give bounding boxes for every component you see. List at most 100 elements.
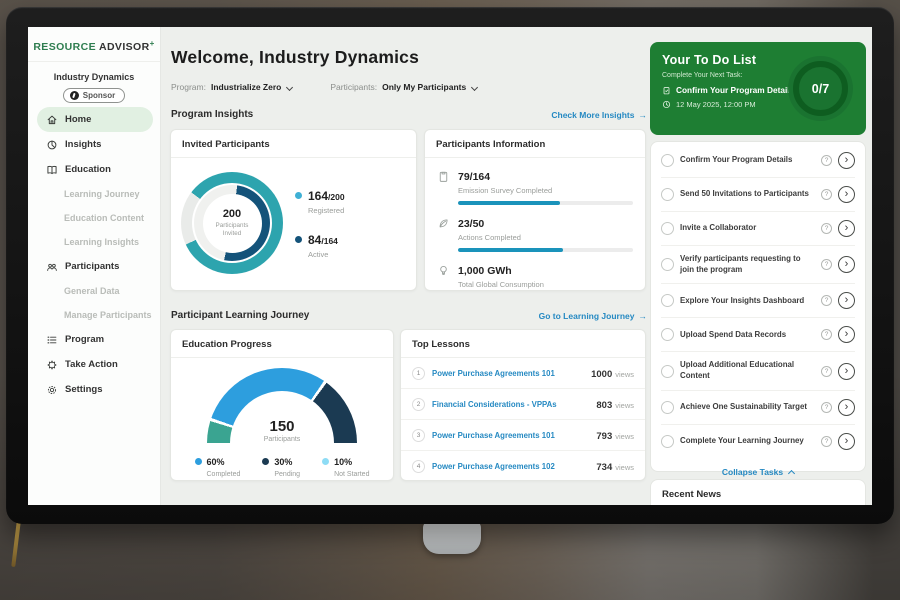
task-info-icon[interactable]: ? bbox=[821, 366, 832, 377]
clock-icon bbox=[662, 100, 671, 109]
task-row[interactable]: Upload Additional Educational Content ? … bbox=[661, 352, 855, 390]
task-row[interactable]: Explore Your Insights Dashboard ? › bbox=[661, 284, 855, 318]
task-label: Invite a Collaborator bbox=[680, 223, 815, 234]
task-checkbox[interactable] bbox=[661, 401, 674, 414]
donut-legend: 164/200 Registered 84/164 Active bbox=[295, 187, 345, 259]
metric-value: 23/50 bbox=[458, 218, 484, 230]
task-info-icon[interactable]: ? bbox=[821, 223, 832, 234]
sidebar-item-participants[interactable]: Participants bbox=[37, 254, 153, 279]
task-info-icon[interactable]: ? bbox=[821, 329, 832, 340]
go-to-learning-journey-link[interactable]: Go to Learning Journey→ bbox=[539, 311, 647, 321]
recent-news-card: Recent News bbox=[650, 479, 866, 505]
chevron-right-button[interactable]: › bbox=[838, 399, 855, 416]
gauge-center-label: Participants bbox=[264, 436, 301, 443]
sidebar-item-label: Learning Insights bbox=[64, 237, 139, 247]
task-info-icon[interactable]: ? bbox=[821, 436, 832, 447]
participants-information-card: Participants Information 79/164 Emission… bbox=[424, 129, 646, 291]
legend-dot bbox=[295, 192, 302, 199]
legend-dot bbox=[322, 458, 329, 465]
legend-item-completed: 60% Completed bbox=[195, 452, 241, 478]
legend-item-not-started: 10% Not Started bbox=[322, 452, 369, 478]
task-info-icon[interactable]: ? bbox=[821, 155, 832, 166]
sidebar-item-home[interactable]: Home bbox=[37, 107, 153, 132]
task-checkbox[interactable] bbox=[661, 328, 674, 341]
todo-next-task: Confirm Your Program Details bbox=[676, 85, 794, 95]
chevron-right-button[interactable]: › bbox=[838, 256, 855, 273]
task-row[interactable]: Confirm Your Program Details ? › bbox=[661, 144, 855, 178]
chevron-right-button[interactable]: › bbox=[838, 326, 855, 343]
task-label: Confirm Your Program Details bbox=[680, 155, 815, 166]
program-filter-select[interactable]: Industrialize Zero bbox=[211, 82, 281, 92]
check-more-insights-link[interactable]: Check More Insights→ bbox=[551, 110, 647, 120]
chevron-right-button[interactable]: › bbox=[838, 363, 855, 380]
task-checkbox[interactable] bbox=[661, 435, 674, 448]
education-progress-gauge-chart: 150 Participants bbox=[207, 368, 357, 443]
chevron-down-icon[interactable] bbox=[471, 83, 478, 90]
sidebar-item-settings[interactable]: Settings bbox=[37, 377, 153, 402]
legend-label: Completed bbox=[207, 471, 241, 478]
task-row[interactable]: Invite a Collaborator ? › bbox=[661, 212, 855, 246]
task-row[interactable]: Complete Your Learning Journey ? › bbox=[661, 425, 855, 458]
lesson-link[interactable]: Power Purchase Agreements 102 bbox=[432, 462, 589, 471]
views-suffix: views bbox=[615, 370, 634, 379]
sidebar-item-learning-journey[interactable]: Learning Journey bbox=[37, 182, 153, 206]
chevron-right-button[interactable]: › bbox=[838, 186, 855, 203]
task-checkbox[interactable] bbox=[661, 294, 674, 307]
sidebar-item-label: Insights bbox=[65, 139, 101, 150]
sidebar-item-label: Take Action bbox=[65, 359, 118, 370]
task-label: Upload Additional Educational Content bbox=[680, 360, 815, 381]
task-row[interactable]: Send 50 Invitations to Participants ? › bbox=[661, 178, 855, 212]
legend-label: Registered bbox=[308, 206, 345, 215]
lesson-link[interactable]: Power Purchase Agreements 101 bbox=[432, 431, 589, 440]
views-count: 803 bbox=[596, 400, 612, 411]
task-info-icon[interactable]: ? bbox=[821, 295, 832, 306]
logo-plus: + bbox=[150, 39, 155, 48]
task-row[interactable]: Achieve One Sustainability Target ? › bbox=[661, 391, 855, 425]
sidebar-item-program[interactable]: Program bbox=[37, 327, 153, 352]
sidebar-item-insights[interactable]: Insights bbox=[37, 132, 153, 157]
chevron-down-icon[interactable] bbox=[286, 83, 293, 90]
task-info-icon[interactable]: ? bbox=[821, 402, 832, 413]
sidebar-item-label: Education Content bbox=[64, 213, 144, 223]
info-row-emission-survey: 79/164 Emission Survey Completed bbox=[425, 158, 645, 205]
card-title: Invited Participants bbox=[171, 130, 416, 158]
metric-value: 1,000 GWh bbox=[458, 265, 512, 277]
chevron-right-button[interactable]: › bbox=[838, 152, 855, 169]
lesson-link[interactable]: Financial Considerations - VPPAs bbox=[432, 400, 589, 409]
chevron-up-icon bbox=[788, 470, 795, 477]
lesson-link[interactable]: Power Purchase Agreements 101 bbox=[432, 369, 584, 378]
task-checkbox[interactable] bbox=[661, 222, 674, 235]
chevron-right-button[interactable]: › bbox=[838, 220, 855, 237]
todo-progress-ring: 0/7 bbox=[788, 56, 853, 121]
task-checkbox[interactable] bbox=[661, 258, 674, 271]
info-row-actions: 23/50 Actions Completed bbox=[425, 205, 645, 252]
task-row[interactable]: Upload Spend Data Records ? › bbox=[661, 318, 855, 352]
sidebar-item-learning-insights[interactable]: Learning Insights bbox=[37, 230, 153, 254]
sponsor-badge[interactable]: Sponsor bbox=[63, 88, 125, 103]
clipboard-check-icon bbox=[662, 86, 671, 95]
views-suffix: views bbox=[615, 432, 634, 441]
lesson-row: 1 Power Purchase Agreements 101 1000view… bbox=[401, 358, 645, 389]
task-checkbox[interactable] bbox=[661, 188, 674, 201]
sidebar-item-general-data[interactable]: General Data bbox=[37, 279, 153, 303]
sidebar-item-manage-participants[interactable]: Manage Participants bbox=[37, 303, 153, 327]
chevron-right-button[interactable]: › bbox=[838, 433, 855, 450]
participants-filter-select[interactable]: Only My Participants bbox=[382, 82, 466, 92]
views-count: 734 bbox=[596, 462, 612, 473]
task-info-icon[interactable]: ? bbox=[821, 189, 832, 200]
sidebar-item-education-content[interactable]: Education Content bbox=[37, 206, 153, 230]
todo-task-list: Confirm Your Program Details ? › Send 50… bbox=[650, 141, 866, 472]
task-row[interactable]: Verify participants requesting to join t… bbox=[661, 246, 855, 284]
chevron-right-button[interactable]: › bbox=[838, 292, 855, 309]
sidebar-item-education[interactable]: Education bbox=[37, 157, 153, 182]
lightbulb-icon bbox=[437, 264, 450, 280]
sidebar-item-take-action[interactable]: Take Action bbox=[37, 352, 153, 377]
task-info-icon[interactable]: ? bbox=[821, 259, 832, 270]
card-title: Participants Information bbox=[425, 130, 645, 158]
task-checkbox[interactable] bbox=[661, 154, 674, 167]
todo-summary-panel: Your To Do List Complete Your Next Task:… bbox=[650, 42, 866, 135]
legend-item-active: 84/164 Active bbox=[295, 231, 345, 259]
task-checkbox[interactable] bbox=[661, 365, 674, 378]
rank-badge: 3 bbox=[412, 429, 425, 442]
donut-center-value: 200 bbox=[223, 208, 241, 220]
